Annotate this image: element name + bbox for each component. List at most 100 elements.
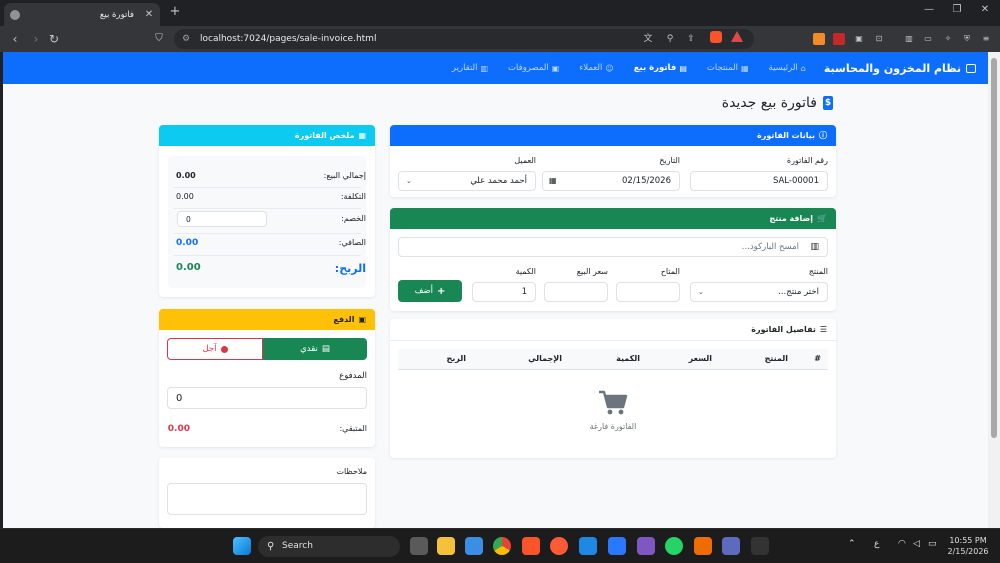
web-page: نظام المخزون والمحاسبة ⌂ الرئيسية ▦ المنتج… — [3, 52, 988, 528]
price-input[interactable] — [544, 282, 608, 302]
new-tab-button[interactable]: + — [168, 5, 182, 19]
page-scrollbar[interactable] — [988, 52, 1000, 528]
whatsapp-icon[interactable] — [665, 537, 683, 555]
browser-tab[interactable]: فاتورة بيع ✕ — [4, 3, 160, 26]
barcode-input[interactable]: ▥ امسح الباركود... — [398, 237, 828, 257]
start-icon[interactable] — [233, 537, 251, 555]
vscode-icon[interactable] — [608, 537, 626, 555]
notes-textarea[interactable] — [167, 483, 367, 515]
extension-icon[interactable]: ⊡ — [873, 33, 885, 45]
calendar-icon[interactable]: ▦ — [549, 176, 557, 185]
battery-icon[interactable]: ▭ — [928, 539, 937, 549]
vpn-icon[interactable]: ⛨ — [961, 33, 973, 45]
nav-label: المصروفات — [508, 63, 549, 73]
postman-icon[interactable] — [550, 537, 568, 555]
payment-card: ▣ الدفع ▤ نقدي آجل المدفوع 0 المتبقي: 0.… — [159, 309, 375, 447]
nav-sale-invoice[interactable]: ▤ فاتورة بيع — [634, 63, 687, 73]
close-window-icon[interactable]: ✕ — [978, 4, 992, 15]
cash-toggle[interactable]: ▤ نقدي — [263, 338, 367, 360]
scrollbar-thumb[interactable] — [991, 58, 997, 438]
menu-icon[interactable]: ≡ — [980, 33, 992, 45]
page-title: $ فاتورة بيع جديدة — [722, 95, 833, 111]
column-header: الإجمالي — [528, 354, 562, 363]
nav-label: الرئيسية — [768, 63, 798, 73]
sidebar-icon[interactable]: ▥ — [903, 33, 915, 45]
paid-input[interactable]: 0 — [167, 387, 367, 409]
customer-select[interactable]: أحمد محمد علي ⌄ — [398, 171, 536, 191]
product-select[interactable]: اختر منتج... ⌄ — [690, 282, 828, 302]
url-text: localhost:7024/pages/sale-invoice.html — [200, 34, 377, 44]
chevron-up-icon[interactable]: ⌃ — [848, 539, 856, 549]
brave-rewards-icon[interactable] — [731, 31, 743, 42]
divider — [173, 208, 361, 209]
terminal-icon[interactable] — [751, 537, 769, 555]
leo-ai-icon[interactable]: ✧ — [942, 33, 954, 45]
app-icon[interactable] — [694, 537, 712, 555]
extension-icon[interactable] — [833, 33, 845, 45]
task-view-icon[interactable] — [410, 537, 428, 555]
store-icon[interactable] — [465, 537, 483, 555]
nav-customers[interactable]: ☺ العملاء — [579, 63, 613, 73]
qty-input[interactable]: 1 — [472, 282, 536, 302]
money-icon: ▣ — [551, 63, 560, 73]
brave-shields-icon[interactable] — [710, 31, 722, 43]
chrome-icon[interactable] — [493, 537, 511, 555]
nav-home[interactable]: ⌂ الرئيسية — [769, 63, 806, 73]
app-navbar: نظام المخزون والمحاسبة ⌂ الرئيسية ▦ المنتج… — [3, 52, 988, 84]
boxes-icon: ▦ — [740, 63, 749, 73]
restore-icon[interactable]: ❐ — [950, 4, 964, 15]
invoice-dollar-icon: $ — [823, 96, 833, 110]
browser-tabstrip: فاتورة بيع ✕ + — ❐ ✕ — [0, 0, 1000, 26]
brave-icon[interactable] — [522, 537, 540, 555]
taskbar-search[interactable]: ⚲ Search — [258, 536, 400, 557]
wifi-icon[interactable]: ◠ — [898, 539, 906, 549]
file-explorer-icon[interactable] — [437, 537, 455, 555]
forward-icon[interactable]: › — [29, 32, 43, 46]
minimize-icon[interactable]: — — [922, 4, 936, 15]
brand[interactable]: نظام المخزون والمحاسبة — [824, 62, 976, 75]
extension-icon[interactable]: ▣ — [853, 33, 865, 45]
date-label: التاريخ — [659, 156, 680, 165]
row-label: الربح: — [334, 262, 366, 275]
invoice-number-input[interactable]: SAL-00001 — [690, 171, 828, 191]
input-value: 0 — [176, 392, 183, 404]
clock[interactable]: 10:55 PM 2/15/2026 — [940, 535, 996, 557]
add-product-header: 🛒 إضافة منتج — [390, 208, 836, 229]
extension-icon[interactable] — [813, 33, 825, 45]
chevron-down-icon: ⌄ — [406, 177, 412, 185]
bookmark-icon[interactable]: ⛉ — [152, 32, 166, 46]
available-input — [616, 282, 680, 302]
site-settings-icon[interactable]: ⚙ — [182, 29, 190, 49]
wallet-icon[interactable]: ▭ — [922, 33, 934, 45]
discount-input[interactable]: 0 — [177, 211, 267, 227]
nav-reports[interactable]: ▥ التقارير — [452, 63, 488, 73]
nav-products[interactable]: ▦ المنتجات — [707, 63, 749, 73]
box-icon — [966, 63, 976, 73]
nav-expenses[interactable]: ▣ المصروفات — [508, 63, 559, 73]
language-indicator[interactable]: ع — [874, 539, 879, 549]
house-icon: ⌂ — [800, 63, 806, 73]
zoom-icon[interactable]: ⚲ — [664, 33, 676, 45]
date-input[interactable]: 02/15/2026 ▦ — [542, 171, 680, 191]
address-bar[interactable]: ⚙ localhost:7024/pages/sale-invoice.html… — [174, 29, 754, 49]
input-value: SAL-00001 — [772, 176, 819, 186]
share-icon[interactable]: ⇪ — [685, 33, 697, 45]
credit-toggle[interactable]: آجل — [167, 338, 263, 360]
visual-studio-icon[interactable] — [637, 537, 655, 555]
volume-icon[interactable]: ◁ — [913, 539, 920, 549]
translate-icon[interactable]: 文 — [642, 33, 654, 45]
teams-icon[interactable] — [722, 537, 740, 555]
placeholder: امسح الباركود... — [741, 242, 799, 252]
clock-time: 10:55 PM — [949, 536, 987, 545]
back-icon[interactable]: ‹ — [8, 32, 22, 46]
add-button[interactable]: + أضف — [398, 280, 462, 302]
qty-label: الكمية — [515, 267, 536, 276]
calculator-icon: ▦ — [358, 131, 366, 140]
column-header: الربح — [446, 354, 467, 363]
customer-label: العميل — [514, 156, 536, 165]
app-icon[interactable] — [579, 537, 597, 555]
close-tab-icon[interactable]: ✕ — [144, 9, 154, 20]
reload-icon[interactable]: ↻ — [47, 32, 61, 46]
product-label: المنتج — [808, 267, 828, 276]
nav-label: التقارير — [451, 63, 478, 73]
